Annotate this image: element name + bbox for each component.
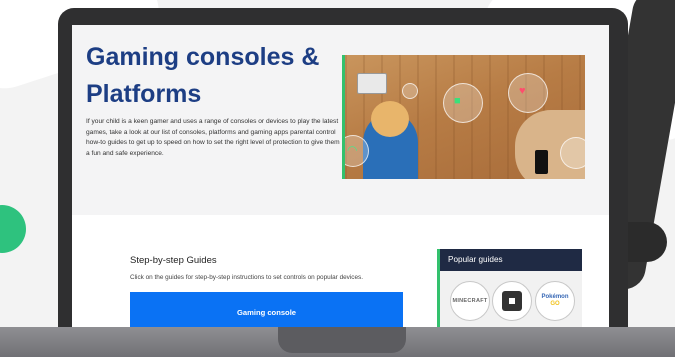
- tablet-graphic: [357, 73, 387, 94]
- overlay-ring: [560, 137, 585, 169]
- gamepad-icon: ■: [454, 95, 461, 107]
- overlay-ring: [508, 73, 548, 113]
- hero-description: If your child is a keen gamer and uses a…: [86, 118, 340, 157]
- gaming-console-button[interactable]: Gaming console: [130, 292, 403, 330]
- wifi-icon: ◠: [347, 143, 358, 157]
- laptop-notch: [278, 327, 406, 353]
- heart-icon: ♥: [519, 85, 526, 97]
- overlay-ring: [402, 83, 418, 99]
- roblox-guide-badge[interactable]: [492, 281, 532, 321]
- page-title: Gaming consoles & Platforms: [86, 43, 320, 108]
- overlay-ring: [443, 83, 483, 123]
- phone-graphic: [535, 150, 548, 174]
- pokemon-go-logo: Pokémon GO: [541, 294, 569, 307]
- minecraft-logo: MINECRAFT: [452, 298, 488, 304]
- minecraft-guide-badge[interactable]: MINECRAFT: [450, 281, 490, 321]
- popular-guides-header: Popular guides: [437, 249, 582, 271]
- child-head: [371, 101, 409, 137]
- hero-section: Gaming consoles & Platforms If your chil…: [72, 25, 609, 215]
- guides-title: Step-by-step Guides: [130, 255, 217, 266]
- pokemon-go-guide-badge[interactable]: Pokémon GO: [535, 281, 575, 321]
- hero-image: ◠ ■ ♥: [342, 55, 585, 179]
- roblox-icon: [502, 291, 522, 311]
- popular-guides-panel: MINECRAFT Pokémon GO: [437, 271, 582, 330]
- guides-description: Click on the guides for step-by-step ins…: [130, 274, 364, 281]
- laptop-screen: Gaming consoles & Platforms If your chil…: [72, 25, 609, 330]
- background-dot: [0, 205, 26, 253]
